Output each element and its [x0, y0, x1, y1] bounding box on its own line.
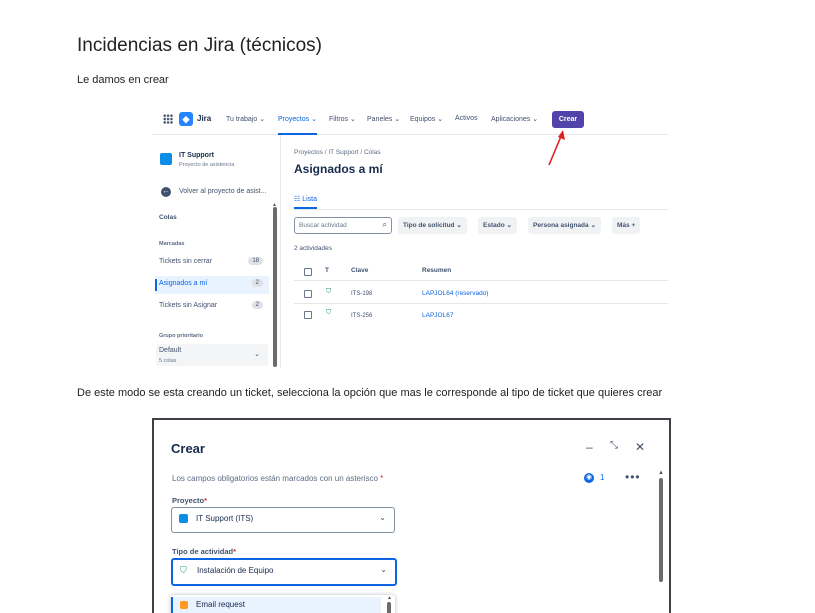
tabs-divider [294, 209, 668, 210]
project-type: Proyecto de asistencia [179, 162, 235, 168]
starred-heading: Marcadas [159, 241, 185, 247]
filter-mas[interactable]: Más + [612, 217, 641, 234]
scroll-up-icon[interactable]: ▲ [658, 470, 664, 476]
queue-label: Tickets sin Asignar [159, 302, 218, 309]
breadcrumb[interactable]: Proyectos / IT Support / Colas [294, 149, 381, 156]
filter-tipo-solicitud[interactable]: Tipo de solicitud ⌄ [398, 217, 467, 234]
table-divider [294, 280, 668, 281]
queue-count-badge: 18 [248, 257, 263, 265]
issue-key[interactable]: ITS-256 [351, 313, 372, 319]
scroll-up-icon[interactable]: ▲ [387, 595, 392, 601]
group-label: Default [159, 347, 182, 354]
nav-aplicaciones[interactable]: Aplicaciones ⌄ [491, 115, 538, 123]
back-arrow-icon[interactable]: ← [161, 187, 171, 197]
project-avatar-icon [160, 153, 172, 165]
column-header-summary[interactable]: Resumen [422, 267, 451, 274]
filter-estado[interactable]: Estado ⌄ [478, 217, 517, 234]
project-name: IT Support [179, 152, 214, 159]
queue-count-badge: 2 [251, 279, 263, 287]
project-label-text: Proyecto [172, 496, 205, 505]
queue-label: Asignados a mí [159, 280, 208, 287]
watch-icon[interactable]: ◉ [584, 473, 594, 483]
row-checkbox[interactable] [304, 311, 312, 319]
queue-main-panel: Proyectos / IT Support / Colas Asignados… [294, 135, 668, 368]
required-note-text: Los campos obligatorios están marcados c… [172, 474, 378, 483]
project-select-value: IT Support (ITS) [196, 514, 254, 523]
column-header-type[interactable]: T [325, 267, 329, 274]
project-select[interactable]: IT Support (ITS) ⌄ [171, 507, 395, 533]
filter-persona-asignada[interactable]: Persona asignada ⌄ [528, 217, 601, 234]
page-title: Asignados a mí [294, 162, 383, 176]
search-placeholder: Buscar actividad [299, 222, 347, 229]
instruction-paragraph: Le damos en crear [77, 74, 169, 86]
queues-heading: Colas [159, 214, 177, 221]
issue-type-select[interactable]: ⛉ Instalación de Equipo ⌄ [171, 558, 397, 586]
nav-paneles[interactable]: Paneles ⌄ [367, 115, 400, 123]
search-icon: ⌕ [382, 220, 387, 229]
asterisk: * [380, 474, 384, 483]
chevron-down-icon: ⌄ [254, 351, 260, 358]
issue-summary-link[interactable]: LAPJOL64 (reservado) [422, 290, 488, 297]
minimize-icon[interactable]: – [586, 440, 593, 454]
asterisk: * [233, 547, 237, 556]
create-button[interactable]: Crear [552, 111, 584, 128]
row-checkbox[interactable] [304, 290, 312, 298]
table-divider [294, 303, 668, 304]
queue-count-badge: 2 [251, 301, 263, 309]
more-actions-icon[interactable]: ••• [625, 470, 641, 484]
issue-key[interactable]: ITS-198 [351, 291, 372, 297]
project-field-label: Proyecto* [172, 496, 207, 505]
request-type-icon: ⛉ [180, 565, 187, 575]
group-selector[interactable]: Default 5 colas ⌄ [156, 344, 268, 366]
jira-logo-icon[interactable]: ◆ [179, 112, 193, 126]
sidebar-scrollbar[interactable] [273, 207, 277, 367]
dropdown-scrollbar[interactable] [387, 602, 391, 613]
nav-tu-trabajo[interactable]: Tu trabajo ⌄ [226, 115, 265, 123]
required-fields-note: Los campos obligatorios están marcados c… [172, 474, 383, 483]
jira-brand[interactable]: Jira [197, 114, 211, 123]
issue-type-label-text: Tipo de actividad [172, 547, 234, 556]
nav-activos[interactable]: Activos [455, 115, 478, 122]
close-icon[interactable]: ✕ [635, 440, 645, 454]
nav-proyectos[interactable]: Proyectos ⌄ [278, 115, 317, 135]
chevron-down-icon: ⌄ [379, 513, 386, 522]
issue-summary-link[interactable]: LAPJOL67 [422, 312, 453, 319]
issue-type-field-label: Tipo de actividad* [172, 547, 236, 556]
sidebar-item-asignados-a-mi[interactable]: Asignados a mí 2 [155, 276, 269, 294]
option-label: Email request [196, 600, 245, 609]
activity-count: 2 actividades [294, 245, 332, 252]
request-type-icon: ⛉ [326, 288, 332, 295]
nav-filtros[interactable]: Filtros ⌄ [329, 115, 356, 123]
issue-type-dropdown: Email request ▲ [171, 595, 395, 613]
queue-label: Tickets sin cerrar [159, 258, 213, 265]
document-title: Incidencias en Jira (técnicos) [77, 35, 322, 56]
project-sidebar: IT Support Proyecto de asistencia ← Volv… [152, 135, 281, 368]
group-sub: 5 colas [159, 358, 177, 364]
email-request-icon [180, 601, 188, 609]
column-header-key[interactable]: Clave [351, 267, 368, 274]
chevron-down-icon: ⌄ [380, 565, 387, 574]
jira-queue-screenshot: ◆ Jira Tu trabajo ⌄ Proyectos ⌄ Filtros … [152, 106, 668, 368]
watch-count[interactable]: 1 [600, 473, 604, 482]
select-all-checkbox[interactable] [304, 268, 312, 276]
sidebar-item-tickets-sin-cerrar[interactable]: Tickets sin cerrar 18 [155, 254, 269, 272]
modal-title: Crear [171, 441, 205, 456]
tab-label: Lista [302, 196, 318, 203]
nav-equipos[interactable]: Equipos ⌄ [410, 115, 443, 123]
modal-scrollbar[interactable] [659, 478, 663, 582]
priority-group-heading: Grupo prioritario [159, 333, 203, 339]
instruction-paragraph-2: De este modo se esta creando un ticket, … [77, 387, 663, 399]
search-input[interactable]: Buscar actividad ⌕ [294, 217, 392, 234]
request-type-icon: ⛉ [326, 309, 332, 316]
back-to-project-link[interactable]: Volver al proyecto de asist... [179, 188, 267, 195]
sidebar-item-tickets-sin-asignar[interactable]: Tickets sin Asignar 2 [155, 298, 269, 316]
project-avatar-icon [179, 514, 188, 523]
tab-lista[interactable]: ☷ Lista [294, 195, 318, 209]
asterisk: * [204, 496, 208, 505]
create-modal-screenshot: Crear – ⤡ ✕ Los campos obligatorios está… [152, 418, 671, 613]
collapse-icon[interactable]: ⤡ [610, 440, 618, 451]
issue-type-select-value: Instalación de Equipo [197, 566, 274, 575]
app-switcher-icon[interactable] [163, 114, 173, 124]
top-navigation: ◆ Jira Tu trabajo ⌄ Proyectos ⌄ Filtros … [152, 106, 668, 135]
